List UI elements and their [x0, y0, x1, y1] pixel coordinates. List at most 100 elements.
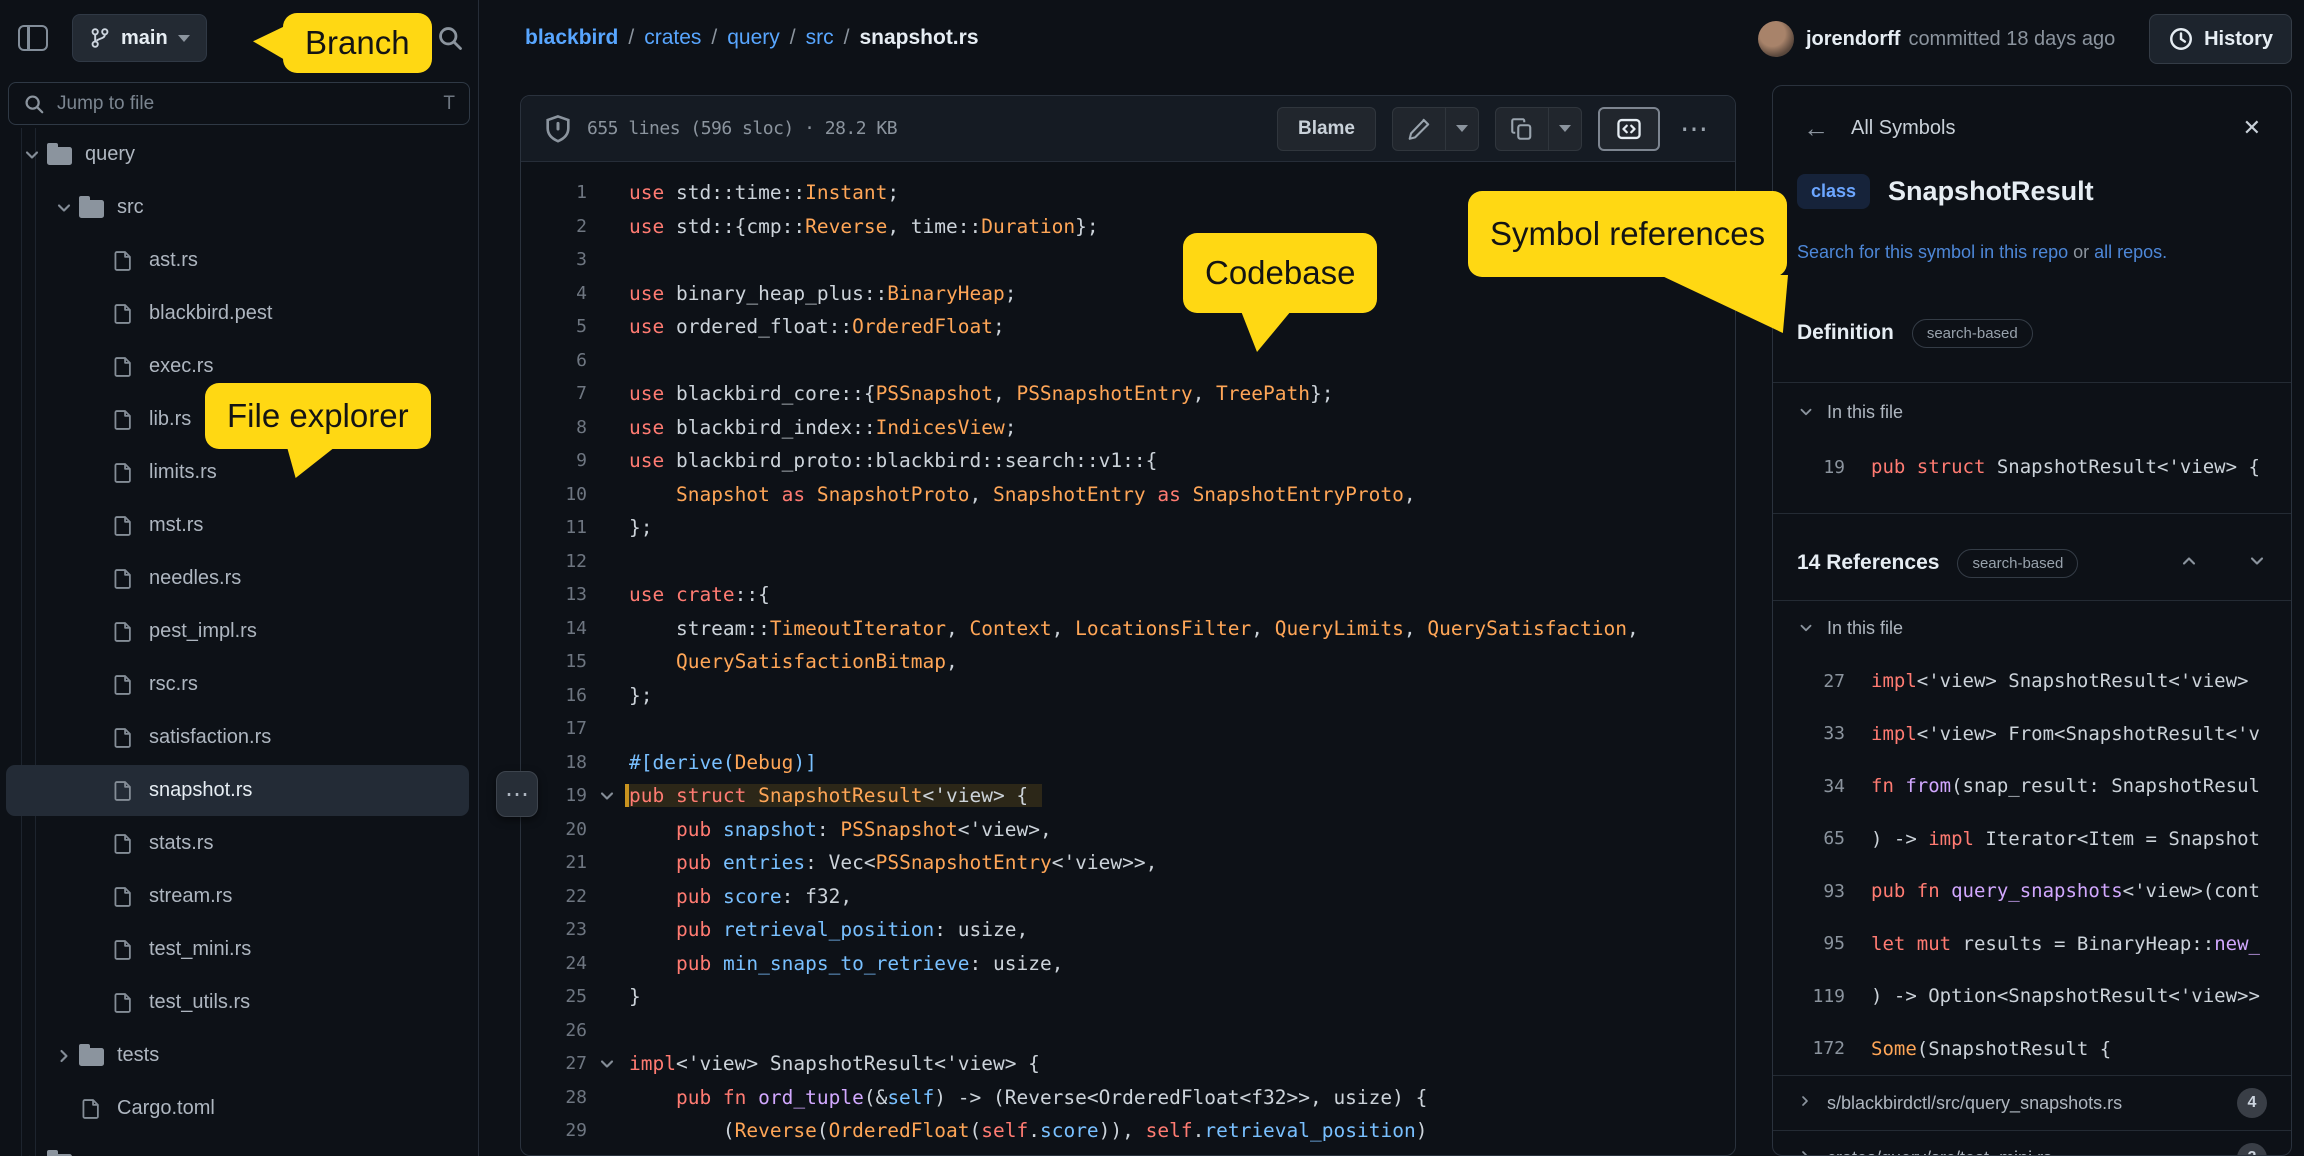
- edit-button[interactable]: [1393, 108, 1445, 150]
- breadcrumb-link[interactable]: blackbird: [525, 26, 618, 50]
- line-number[interactable]: 3: [521, 249, 587, 270]
- line-number[interactable]: 29: [521, 1120, 587, 1141]
- blame-button[interactable]: Blame: [1277, 107, 1376, 151]
- line-number[interactable]: 22: [521, 886, 587, 907]
- copy-button[interactable]: [1496, 108, 1548, 150]
- tree-file-item[interactable]: limits.rs: [0, 446, 477, 499]
- edit-dropdown[interactable]: [1445, 108, 1478, 150]
- tree-file-item[interactable]: Cargo.toml: [0, 1082, 477, 1135]
- code-line: 19pub struct SnapshotResult<'view> {: [521, 779, 1735, 813]
- line-number[interactable]: 9: [521, 450, 587, 471]
- tree-file-item[interactable]: stream.rs: [0, 870, 477, 923]
- chevron-down-icon[interactable]: [50, 198, 78, 218]
- tree-item-label: snapshot.rs: [149, 779, 252, 802]
- line-number[interactable]: 2: [521, 216, 587, 237]
- fold-chevron-icon[interactable]: [587, 786, 627, 806]
- line-number[interactable]: 8: [521, 417, 587, 438]
- tree-file-item[interactable]: ast.rs: [0, 234, 477, 287]
- line-number[interactable]: 14: [521, 618, 587, 639]
- line-number[interactable]: 1: [521, 182, 587, 203]
- line-number[interactable]: 24: [521, 953, 587, 974]
- all-symbols-label[interactable]: All Symbols: [1851, 117, 1955, 140]
- reference-row[interactable]: 19 pub struct SnapshotResult<'view> {: [1773, 441, 2291, 493]
- in-this-file-toggle[interactable]: In this file: [1773, 383, 2291, 441]
- jump-to-file-input[interactable]: Jump to file T: [8, 82, 470, 125]
- tree-file-item[interactable]: test_mini.rs: [0, 923, 477, 976]
- breadcrumb-link[interactable]: src: [806, 26, 834, 50]
- tree-file-item[interactable]: rsc.rs: [0, 658, 477, 711]
- reference-row[interactable]: 27impl<'view> SnapshotResult<'view>: [1773, 655, 2291, 708]
- chevron-right-icon[interactable]: [50, 1046, 78, 1066]
- line-number[interactable]: 28: [521, 1087, 587, 1108]
- chevron-right-icon[interactable]: [18, 1152, 46, 1156]
- avatar[interactable]: [1758, 21, 1794, 57]
- line-number[interactable]: 6: [521, 350, 587, 371]
- commit-author[interactable]: jorendorff: [1806, 28, 1900, 51]
- tree-file-item[interactable]: needles.rs: [0, 552, 477, 605]
- fold-chevron-icon[interactable]: [587, 1054, 627, 1074]
- line-number[interactable]: 7: [521, 383, 587, 404]
- breadcrumb-link[interactable]: query: [727, 26, 780, 50]
- more-options-button[interactable]: ⋯: [1676, 112, 1713, 145]
- reference-row[interactable]: 172Some(SnapshotResult {: [1773, 1023, 2291, 1076]
- line-number[interactable]: 25: [521, 986, 587, 1007]
- reference-row[interactable]: 34fn from(snap_result: SnapshotResul: [1773, 760, 2291, 813]
- reference-file-group[interactable]: crates/query/src/test_mini.rs2: [1773, 1130, 2291, 1156]
- line-number[interactable]: 5: [521, 316, 587, 337]
- reference-file-groups: s/blackbirdctl/src/query_snapshots.rs4cr…: [1773, 1075, 2291, 1156]
- all-repos-link[interactable]: all repos.: [2094, 242, 2167, 262]
- line-number[interactable]: 16: [521, 685, 587, 706]
- branch-selector[interactable]: main: [72, 14, 207, 62]
- breadcrumb-link[interactable]: crates: [644, 26, 701, 50]
- chevron-down-icon[interactable]: [2247, 551, 2267, 576]
- history-button[interactable]: History: [2149, 14, 2292, 64]
- code-tokens: pub struct SnapshotResult<'view> {: [1871, 456, 2260, 478]
- symbols-pane-toggle-active[interactable]: [1598, 107, 1660, 151]
- tree-file-item[interactable]: snapshot.rs: [0, 764, 477, 817]
- file-tree: querysrcast.rsblackbird.pestexec.rslib.r…: [0, 128, 477, 1156]
- tree-file-item[interactable]: pest_impl.rs: [0, 605, 477, 658]
- chevron-down-icon[interactable]: [18, 145, 46, 165]
- tree-folder-item[interactable]: tests: [0, 1029, 477, 1082]
- reference-row[interactable]: 65) -> impl Iterator<Item = Snapshot: [1773, 813, 2291, 866]
- reference-row[interactable]: 95let mut results = BinaryHeap::new_: [1773, 918, 2291, 971]
- reference-row[interactable]: 119) -> Option<SnapshotResult<'view>>: [1773, 970, 2291, 1023]
- tree-folder-item[interactable]: query: [0, 128, 477, 181]
- line-number[interactable]: 13: [521, 584, 587, 605]
- close-icon[interactable]: ✕: [2237, 114, 2267, 142]
- tree-folder-item[interactable]: [0, 1135, 477, 1156]
- tree-file-item[interactable]: stats.rs: [0, 817, 477, 870]
- line-number[interactable]: 4: [521, 283, 587, 304]
- sidebar-toggle-button[interactable]: [18, 25, 48, 51]
- reference-line-number: 19: [1773, 457, 1845, 478]
- line-number[interactable]: 27: [521, 1053, 587, 1074]
- tree-file-item[interactable]: test_utils.rs: [0, 976, 477, 1029]
- tree-file-item[interactable]: mst.rs: [0, 499, 477, 552]
- search-icon-button[interactable]: [436, 24, 464, 52]
- reference-row[interactable]: 33impl<'view> From<SnapshotResult<'v: [1773, 708, 2291, 761]
- line-number[interactable]: 15: [521, 651, 587, 672]
- this-repo-link[interactable]: this repo: [1999, 242, 2068, 262]
- tree-folder-item[interactable]: src: [0, 181, 477, 234]
- reference-nav: [2179, 551, 2267, 576]
- tree-file-item[interactable]: blackbird.pest: [0, 287, 477, 340]
- reference-file-group[interactable]: s/blackbirdctl/src/query_snapshots.rs4: [1773, 1075, 2291, 1130]
- line-number[interactable]: 10: [521, 484, 587, 505]
- in-this-file-toggle[interactable]: In this file: [1773, 601, 2291, 655]
- line-number[interactable]: 18: [521, 752, 587, 773]
- line-menu-button[interactable]: ⋯: [496, 771, 538, 817]
- chevron-down-icon: [1559, 125, 1571, 138]
- tree-file-item[interactable]: satisfaction.rs: [0, 711, 477, 764]
- copy-dropdown[interactable]: [1548, 108, 1581, 150]
- line-number[interactable]: 11: [521, 517, 587, 538]
- line-number[interactable]: 26: [521, 1020, 587, 1041]
- line-number[interactable]: 17: [521, 718, 587, 739]
- chevron-up-icon[interactable]: [2179, 551, 2199, 576]
- line-number[interactable]: 12: [521, 551, 587, 572]
- line-number[interactable]: 23: [521, 919, 587, 940]
- line-number[interactable]: 21: [521, 852, 587, 873]
- toolbar-actions: Blame: [1277, 107, 1713, 151]
- reference-row[interactable]: 93pub fn query_snapshots<'view>(cont: [1773, 865, 2291, 918]
- back-arrow-icon[interactable]: ←: [1797, 112, 1835, 145]
- line-number[interactable]: 20: [521, 819, 587, 840]
